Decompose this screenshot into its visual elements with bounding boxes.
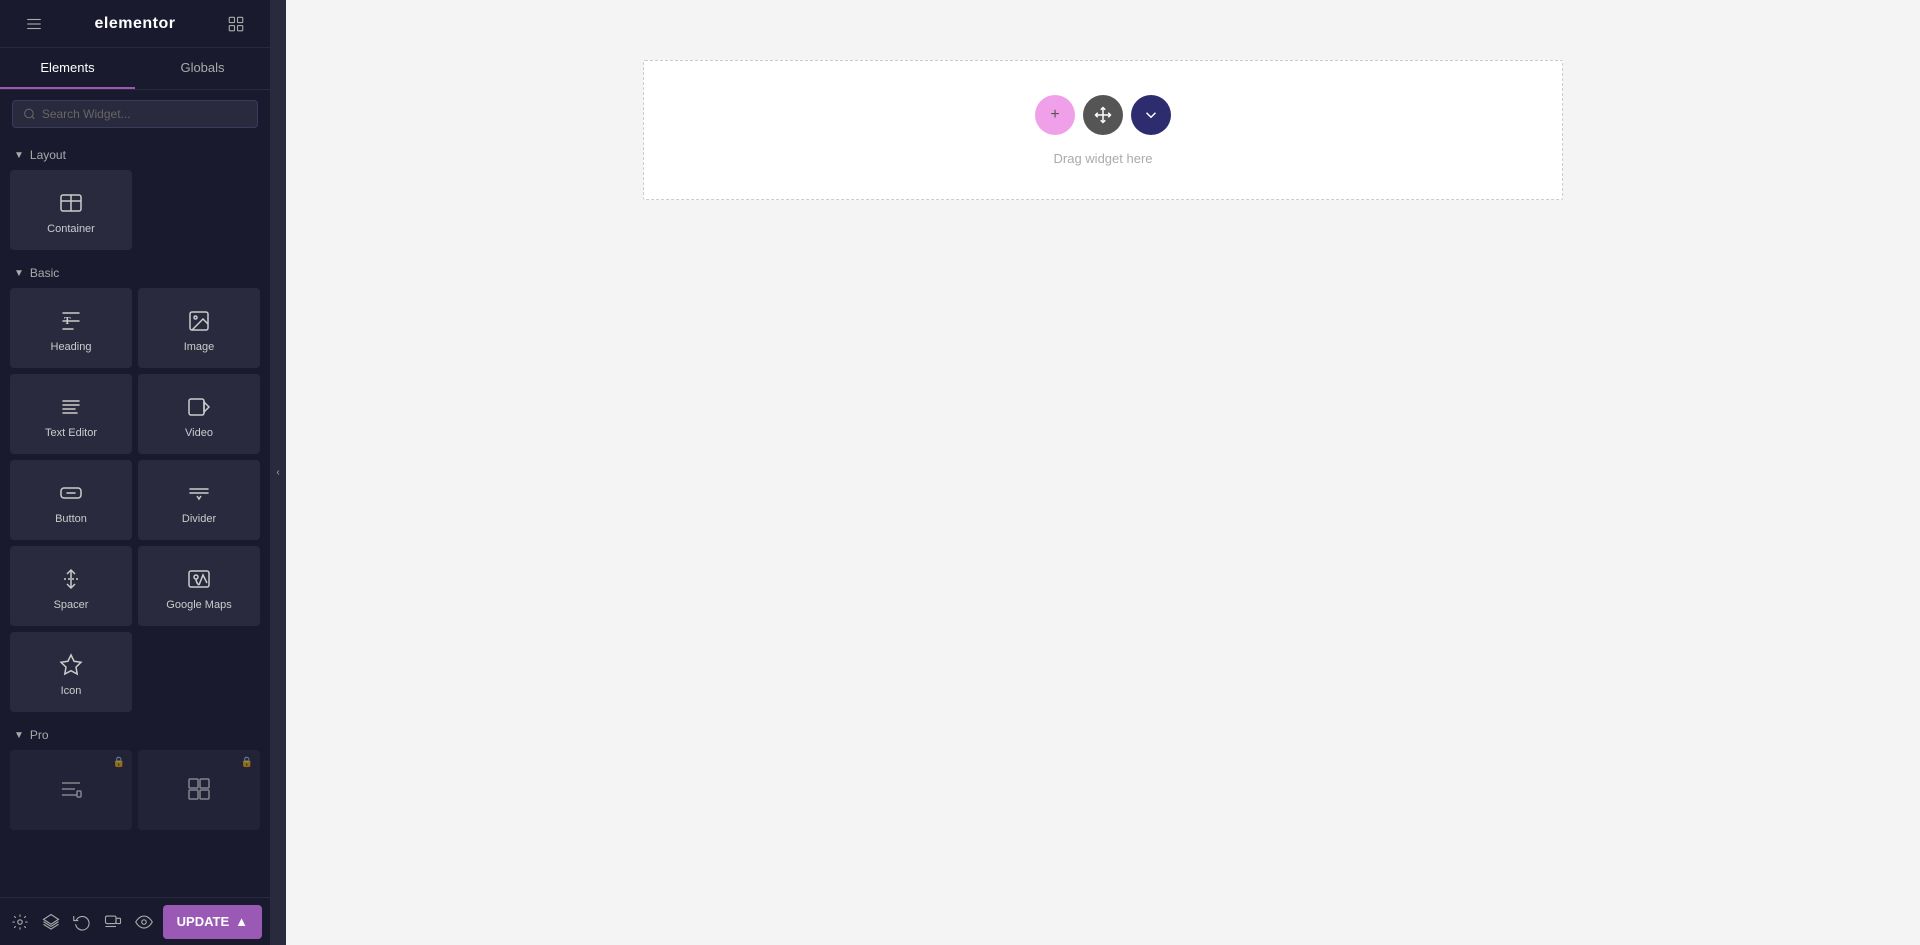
widget-heading[interactable]: T Heading	[10, 288, 132, 368]
search-box[interactable]	[12, 100, 258, 128]
grid-button[interactable]	[218, 6, 254, 42]
move-button[interactable]	[1083, 95, 1123, 135]
widget-button[interactable]: Button	[10, 460, 132, 540]
icon-widget-icon	[57, 651, 85, 679]
layout-arrow-icon: ▼	[14, 150, 24, 161]
widget-spacer[interactable]: Spacer	[10, 546, 132, 626]
settings-canvas-button[interactable]	[1131, 95, 1171, 135]
button-label: Button	[55, 513, 87, 525]
divider-icon	[185, 479, 213, 507]
search-icon	[23, 107, 36, 121]
widget-price-list[interactable]: 🔒	[10, 750, 132, 830]
price-table-icon	[185, 775, 213, 803]
video-label: Video	[185, 427, 213, 439]
widget-video[interactable]: Video	[138, 374, 260, 454]
image-icon	[185, 307, 213, 335]
canvas-frame: + Drag widget here	[643, 60, 1563, 200]
basic-arrow-icon: ▼	[14, 268, 24, 279]
google-maps-icon	[185, 565, 213, 593]
layout-section-header[interactable]: ▼ Layout	[0, 138, 270, 170]
hamburger-button[interactable]	[16, 6, 52, 42]
text-editor-icon	[57, 393, 85, 421]
sidebar-bottom-bar: UPDATE ▲	[0, 897, 270, 945]
settings-button[interactable]	[8, 904, 33, 940]
update-label: UPDATE	[177, 914, 229, 929]
widget-image[interactable]: Image	[138, 288, 260, 368]
icon-label: Icon	[61, 685, 82, 697]
sidebar-content: ▼ Layout Container ▼ Basic T Heading	[0, 138, 270, 897]
collapse-panel[interactable]: ‹	[270, 0, 286, 945]
widget-price-table[interactable]: 🔒	[138, 750, 260, 830]
basic-section-label: Basic	[30, 266, 59, 280]
add-widget-button[interactable]: +	[1035, 95, 1075, 135]
pro-widgets-grid: 🔒 🔒	[0, 750, 270, 836]
basic-widgets-grid: T Heading Image Text Editor	[0, 288, 270, 718]
image-label: Image	[184, 341, 215, 353]
widget-divider[interactable]: Divider	[138, 460, 260, 540]
responsive-button[interactable]	[101, 904, 126, 940]
container-label: Container	[47, 223, 95, 235]
widget-google-maps[interactable]: Google Maps	[138, 546, 260, 626]
search-input[interactable]	[42, 107, 247, 121]
google-maps-label: Google Maps	[166, 599, 231, 611]
heading-label: Heading	[51, 341, 92, 353]
tab-elements[interactable]: Elements	[0, 48, 135, 89]
divider-label: Divider	[182, 513, 216, 525]
spacer-label: Spacer	[54, 599, 89, 611]
spacer-icon	[57, 565, 85, 593]
layout-section-label: Layout	[30, 148, 66, 162]
logo: elementor	[95, 15, 176, 33]
tab-globals[interactable]: Globals	[135, 48, 270, 89]
history-button[interactable]	[70, 904, 95, 940]
heading-icon: T	[57, 307, 85, 335]
sidebar-header: elementor	[0, 0, 270, 48]
layout-widgets-grid: Container	[0, 170, 270, 256]
text-editor-label: Text Editor	[45, 427, 97, 439]
price-list-icon	[57, 775, 85, 803]
drag-hint: Drag widget here	[1054, 151, 1153, 166]
widget-text-editor[interactable]: Text Editor	[10, 374, 132, 454]
basic-section-header[interactable]: ▼ Basic	[0, 256, 270, 288]
video-icon	[185, 393, 213, 421]
sidebar-tabs: Elements Globals	[0, 48, 270, 90]
widget-container[interactable]: Container	[10, 170, 132, 250]
price-list-lock-icon: 🔒	[113, 757, 125, 768]
widget-icon[interactable]: Icon	[10, 632, 132, 712]
layers-button[interactable]	[39, 904, 64, 940]
container-icon	[57, 189, 85, 217]
collapse-icon: ‹	[276, 467, 279, 478]
update-button[interactable]: UPDATE ▲	[163, 905, 262, 939]
pro-arrow-icon: ▼	[14, 730, 24, 741]
button-icon	[57, 479, 85, 507]
main-canvas: + Drag widget here	[286, 0, 1920, 945]
pro-section-label: Pro	[30, 728, 49, 742]
preview-button[interactable]	[132, 904, 157, 940]
update-arrow-icon: ▲	[235, 914, 248, 929]
pro-section-header[interactable]: ▼ Pro	[0, 718, 270, 750]
sidebar: elementor Elements Globals ▼ Layout	[0, 0, 270, 945]
price-table-lock-icon: 🔒	[241, 757, 253, 768]
canvas-controls: +	[1035, 95, 1171, 135]
svg-text:T: T	[64, 316, 71, 327]
